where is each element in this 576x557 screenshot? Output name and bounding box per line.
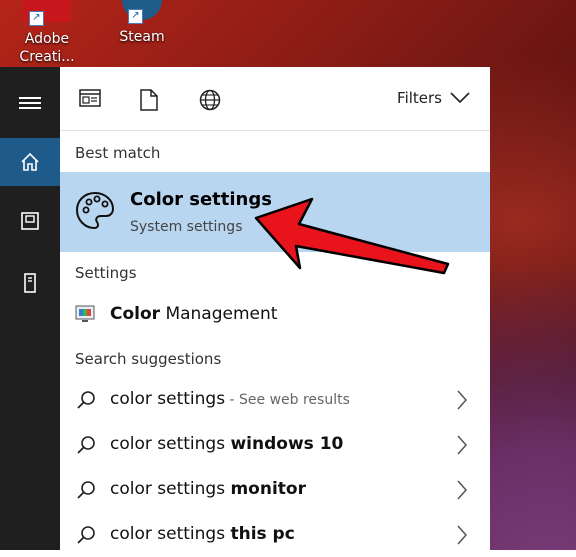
- settings-item-label: Color Management: [110, 304, 277, 324]
- filters-dropdown[interactable]: Filters: [397, 89, 470, 107]
- suggestion-text: color settings - See web results: [110, 389, 350, 409]
- suggestion-row[interactable]: color settings windows 10: [60, 423, 490, 467]
- palette-icon: [75, 191, 115, 230]
- filters-label: Filters: [397, 89, 442, 107]
- shortcut-arrow-icon: ↗: [29, 11, 44, 26]
- chevron-right-icon[interactable]: [456, 390, 468, 410]
- chevron-down-icon: [450, 92, 470, 104]
- web-filter-button[interactable]: [199, 89, 223, 111]
- search-icon: [77, 526, 95, 544]
- suggestion-prefix: color settings: [110, 524, 231, 544]
- suggestion-bold: this pc: [230, 524, 295, 544]
- settings-item-bold: Color: [110, 304, 161, 324]
- suggestion-prefix: color settings: [110, 479, 231, 499]
- tower-icon: [24, 273, 36, 293]
- hamburger-icon: [19, 97, 41, 109]
- chevron-right-icon[interactable]: [456, 525, 468, 545]
- suggestion-row[interactable]: color settings this pc: [60, 513, 490, 557]
- best-match-title: Color settings: [130, 189, 272, 210]
- best-match-result[interactable]: Color settings System settings: [60, 172, 490, 252]
- device-button[interactable]: [0, 259, 60, 307]
- start-left-rail: [0, 67, 60, 550]
- monitor-icon: [75, 305, 95, 322]
- search-icon: [77, 391, 95, 409]
- chevron-right-icon[interactable]: [456, 435, 468, 455]
- suggestion-text: color settings this pc: [110, 524, 295, 544]
- search-icon: [77, 481, 95, 499]
- suggestion-bold: windows 10: [230, 434, 344, 454]
- suggestion-text: color settings monitor: [110, 479, 306, 499]
- documents-filter-button[interactable]: [140, 89, 164, 111]
- home-button[interactable]: [0, 138, 60, 186]
- document-icon: [21, 212, 39, 230]
- best-match-heading: Best match: [75, 144, 161, 162]
- suggestion-text: color settings windows 10: [110, 434, 343, 454]
- settings-item-rest: Management: [160, 304, 278, 324]
- settings-heading: Settings: [75, 264, 137, 282]
- apps-filter-button[interactable]: [79, 89, 103, 111]
- desktop-icon-steam[interactable]: ↗ Steam: [107, 0, 177, 46]
- home-icon: [21, 152, 39, 171]
- settings-item-color-management[interactable]: Color Management: [60, 293, 490, 337]
- search-icon: [77, 436, 95, 454]
- search-suggestions-heading: Search suggestions: [75, 350, 222, 368]
- adobe-cc-icon: ↗: [23, 0, 71, 26]
- search-toolbar: Filters: [60, 67, 490, 131]
- desktop-icon-label: Steam: [119, 29, 165, 45]
- chevron-right-icon[interactable]: [456, 480, 468, 500]
- best-match-subtitle: System settings: [130, 219, 243, 235]
- documents-button[interactable]: [0, 197, 60, 245]
- suggestion-row[interactable]: color settings monitor: [60, 468, 490, 512]
- desktop-icon-adobe[interactable]: ↗ Adobe Creati...: [12, 0, 82, 66]
- steam-icon: ↗: [122, 0, 162, 24]
- suggestion-row[interactable]: color settings - See web results: [60, 378, 490, 422]
- document-icon: [140, 89, 158, 111]
- suggestion-prefix: color settings: [110, 389, 226, 409]
- apps-icon: [79, 89, 101, 107]
- suggestion-hint: - See web results: [225, 392, 350, 408]
- desktop-icon-label: Creati...: [19, 49, 75, 65]
- suggestion-prefix: color settings: [110, 434, 231, 454]
- globe-icon: [199, 89, 221, 111]
- shortcut-arrow-icon: ↗: [128, 9, 143, 24]
- suggestion-bold: monitor: [230, 479, 306, 499]
- desktop-icon-label: Adobe: [24, 31, 70, 47]
- search-results-panel: Filters Best match Color settings System…: [60, 67, 490, 550]
- hamburger-menu-button[interactable]: [0, 79, 60, 127]
